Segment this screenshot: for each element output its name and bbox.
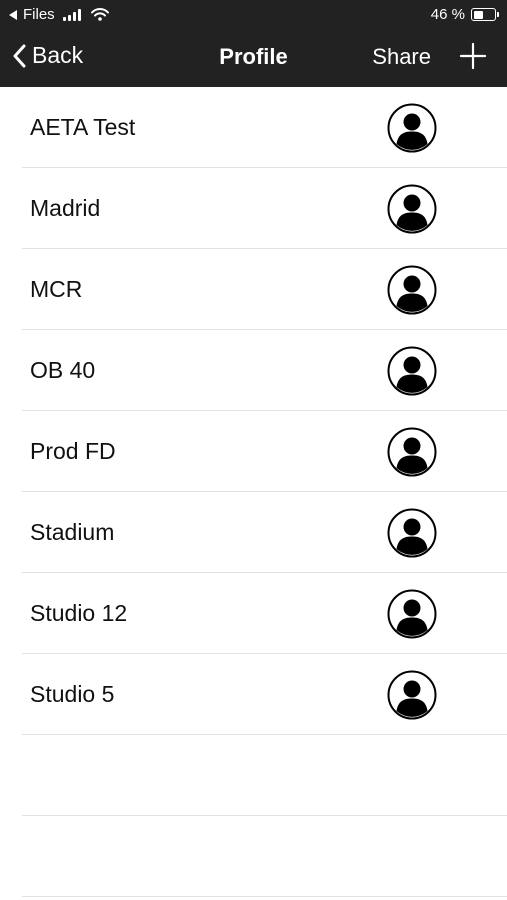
profile-row[interactable]: OB 40 — [22, 330, 507, 411]
profile-name: Studio 5 — [30, 681, 115, 707]
profile-screen: Files 46 % Back Profile Share AETA Test … — [0, 0, 507, 900]
profile-name: AETA Test — [30, 114, 136, 140]
battery-icon — [471, 8, 499, 21]
profile-name: Studio 12 — [30, 600, 128, 626]
chevron-left-icon — [13, 44, 26, 67]
empty-row — [22, 735, 507, 816]
status-right: 46 % — [430, 6, 499, 23]
avatar-icon[interactable] — [387, 589, 437, 639]
back-to-app-icon[interactable] — [9, 9, 17, 20]
profile-name: MCR — [30, 276, 83, 302]
profile-name: Stadium — [30, 519, 115, 545]
avatar-icon[interactable] — [387, 427, 437, 477]
avatar-icon[interactable] — [387, 508, 437, 558]
profile-row[interactable]: Stadium — [22, 492, 507, 573]
status-left: Files — [9, 6, 109, 23]
nav-bar: Back Profile Share — [0, 30, 507, 87]
profile-row[interactable]: MCR — [22, 249, 507, 330]
profile-row[interactable]: Madrid — [22, 168, 507, 249]
profile-row[interactable]: Studio 5 — [22, 654, 507, 735]
profile-name: OB 40 — [30, 357, 96, 383]
header: Files 46 % Back Profile Share — [0, 0, 507, 87]
profile-row[interactable]: Studio 12 — [22, 573, 507, 654]
back-label: Back — [32, 42, 84, 68]
profile-name: Madrid — [30, 195, 101, 221]
avatar-icon[interactable] — [387, 265, 437, 315]
avatar-icon[interactable] — [387, 670, 437, 720]
empty-row — [22, 816, 507, 897]
share-button[interactable]: Share — [372, 44, 431, 70]
back-to-app-label[interactable]: Files — [23, 6, 55, 23]
plus-icon[interactable] — [459, 42, 487, 70]
avatar-icon[interactable] — [387, 103, 437, 153]
back-button[interactable]: Back — [12, 42, 83, 69]
cellular-signal-icon — [62, 8, 81, 21]
wifi-icon — [90, 8, 109, 21]
battery-fill — [473, 10, 483, 19]
avatar-icon[interactable] — [387, 184, 437, 234]
profile-name: Prod FD — [30, 438, 116, 464]
profile-list: AETA Test Madrid MCR OB 40 Prod FD Stadium Stu… — [0, 87, 507, 897]
profile-row[interactable]: Prod FD — [22, 411, 507, 492]
profile-row[interactable]: AETA Test — [22, 87, 507, 168]
avatar-icon[interactable] — [387, 346, 437, 396]
status-bar: Files 46 % — [0, 0, 507, 30]
battery-percent: 46 % — [430, 6, 465, 23]
